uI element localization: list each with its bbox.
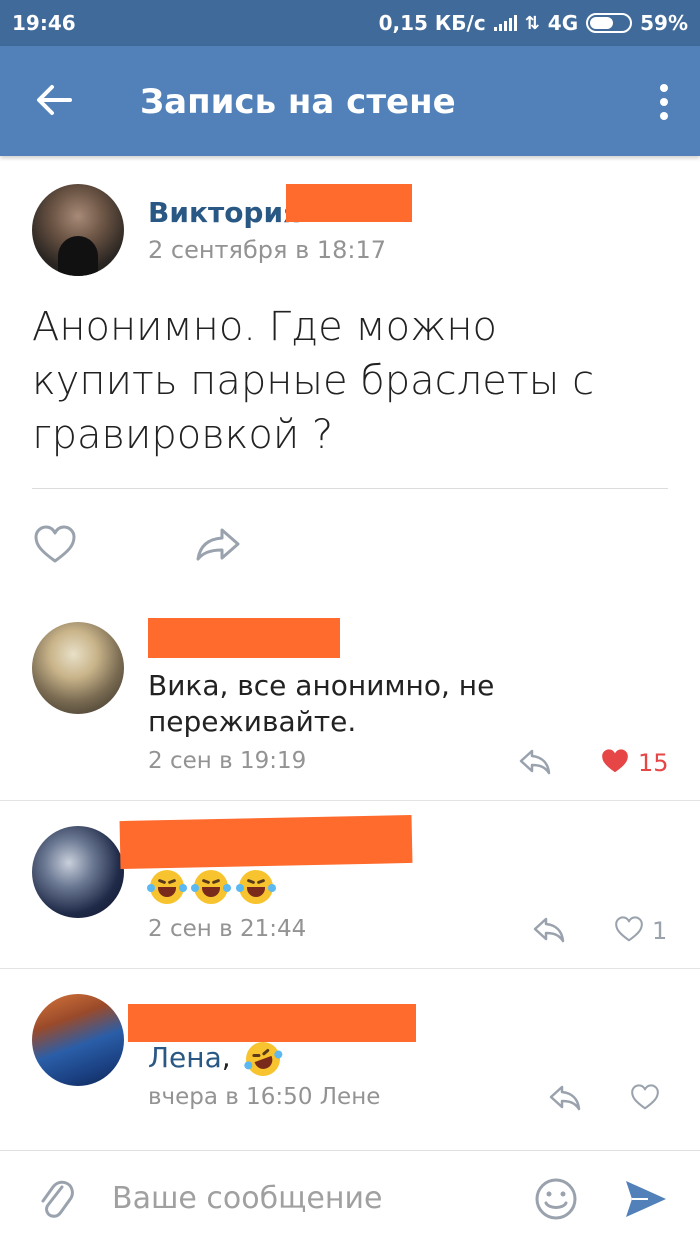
comment-date: вчера в 16:50 Лене (148, 1084, 381, 1110)
more-menu-icon[interactable] (658, 84, 670, 120)
comment-text: Вика, все анонимно, не переживайте. (148, 669, 495, 738)
redaction-block (119, 814, 413, 870)
laughing-emoji-icon (147, 870, 187, 904)
comment-text: Лена, (148, 1037, 286, 1081)
post-text: Анонимно. Где можно купить парные брасле… (32, 304, 595, 458)
reply-mention-link[interactable]: Лена (148, 1041, 222, 1074)
post-author-avatar[interactable] (32, 184, 124, 276)
like-icon[interactable] (630, 1084, 660, 1111)
page-title: Запись на стене (140, 82, 456, 122)
comment-avatar[interactable] (32, 622, 124, 714)
reply-icon[interactable] (518, 748, 552, 776)
laughing-emoji-icon (191, 870, 232, 904)
post-share-icon[interactable] (194, 526, 242, 562)
message-composer: Ваше сообщение (0, 1150, 700, 1244)
signal-icon (493, 15, 517, 31)
network-speed: 0,15 КБ/с (378, 11, 486, 35)
post-like-icon[interactable] (33, 525, 77, 565)
rofl-emoji-icon (240, 1037, 285, 1081)
reply-suffix: , (221, 1041, 231, 1074)
laughing-emoji-icon (235, 870, 276, 904)
message-input[interactable]: Ваше сообщение (112, 1181, 382, 1216)
comment-avatar[interactable] (32, 994, 124, 1086)
reply-icon[interactable] (532, 916, 566, 944)
comment-date: 2 сен в 21:44 (148, 916, 307, 942)
comment-date: 2 сен в 19:19 (148, 748, 307, 774)
like-count: 15 (638, 749, 669, 777)
send-icon[interactable] (624, 1179, 668, 1219)
app-header: Запись на стене (0, 46, 700, 156)
like-count: 1 (652, 917, 668, 945)
comment-divider (0, 800, 700, 801)
redaction-block (148, 618, 340, 658)
comment-divider (0, 968, 700, 969)
comment-avatar[interactable] (32, 826, 124, 918)
like-filled-icon[interactable] (600, 748, 630, 775)
back-arrow-icon[interactable] (34, 80, 74, 120)
post-author-name[interactable]: Виктория (148, 196, 301, 229)
post-divider (32, 488, 668, 489)
post-date: 2 сентября в 18:17 (148, 236, 387, 264)
status-bar: 19:46 0,15 КБ/с ⇅ 4G 59% (0, 0, 700, 46)
status-indicators: 0,15 КБ/с ⇅ 4G 59% (379, 11, 688, 35)
comment-emoji-row (147, 870, 279, 904)
status-time: 19:46 (12, 11, 76, 35)
data-transfer-icon: ⇅ (524, 12, 540, 34)
network-type: 4G (547, 11, 579, 35)
redaction-block (128, 1004, 416, 1042)
attach-paperclip-icon[interactable] (38, 1175, 74, 1223)
reply-icon[interactable] (548, 1084, 582, 1112)
emoji-smile-icon[interactable] (534, 1177, 578, 1221)
battery-percent: 59% (640, 11, 688, 35)
battery-icon (586, 13, 633, 33)
redaction-block (286, 184, 412, 222)
like-icon[interactable] (614, 916, 644, 943)
